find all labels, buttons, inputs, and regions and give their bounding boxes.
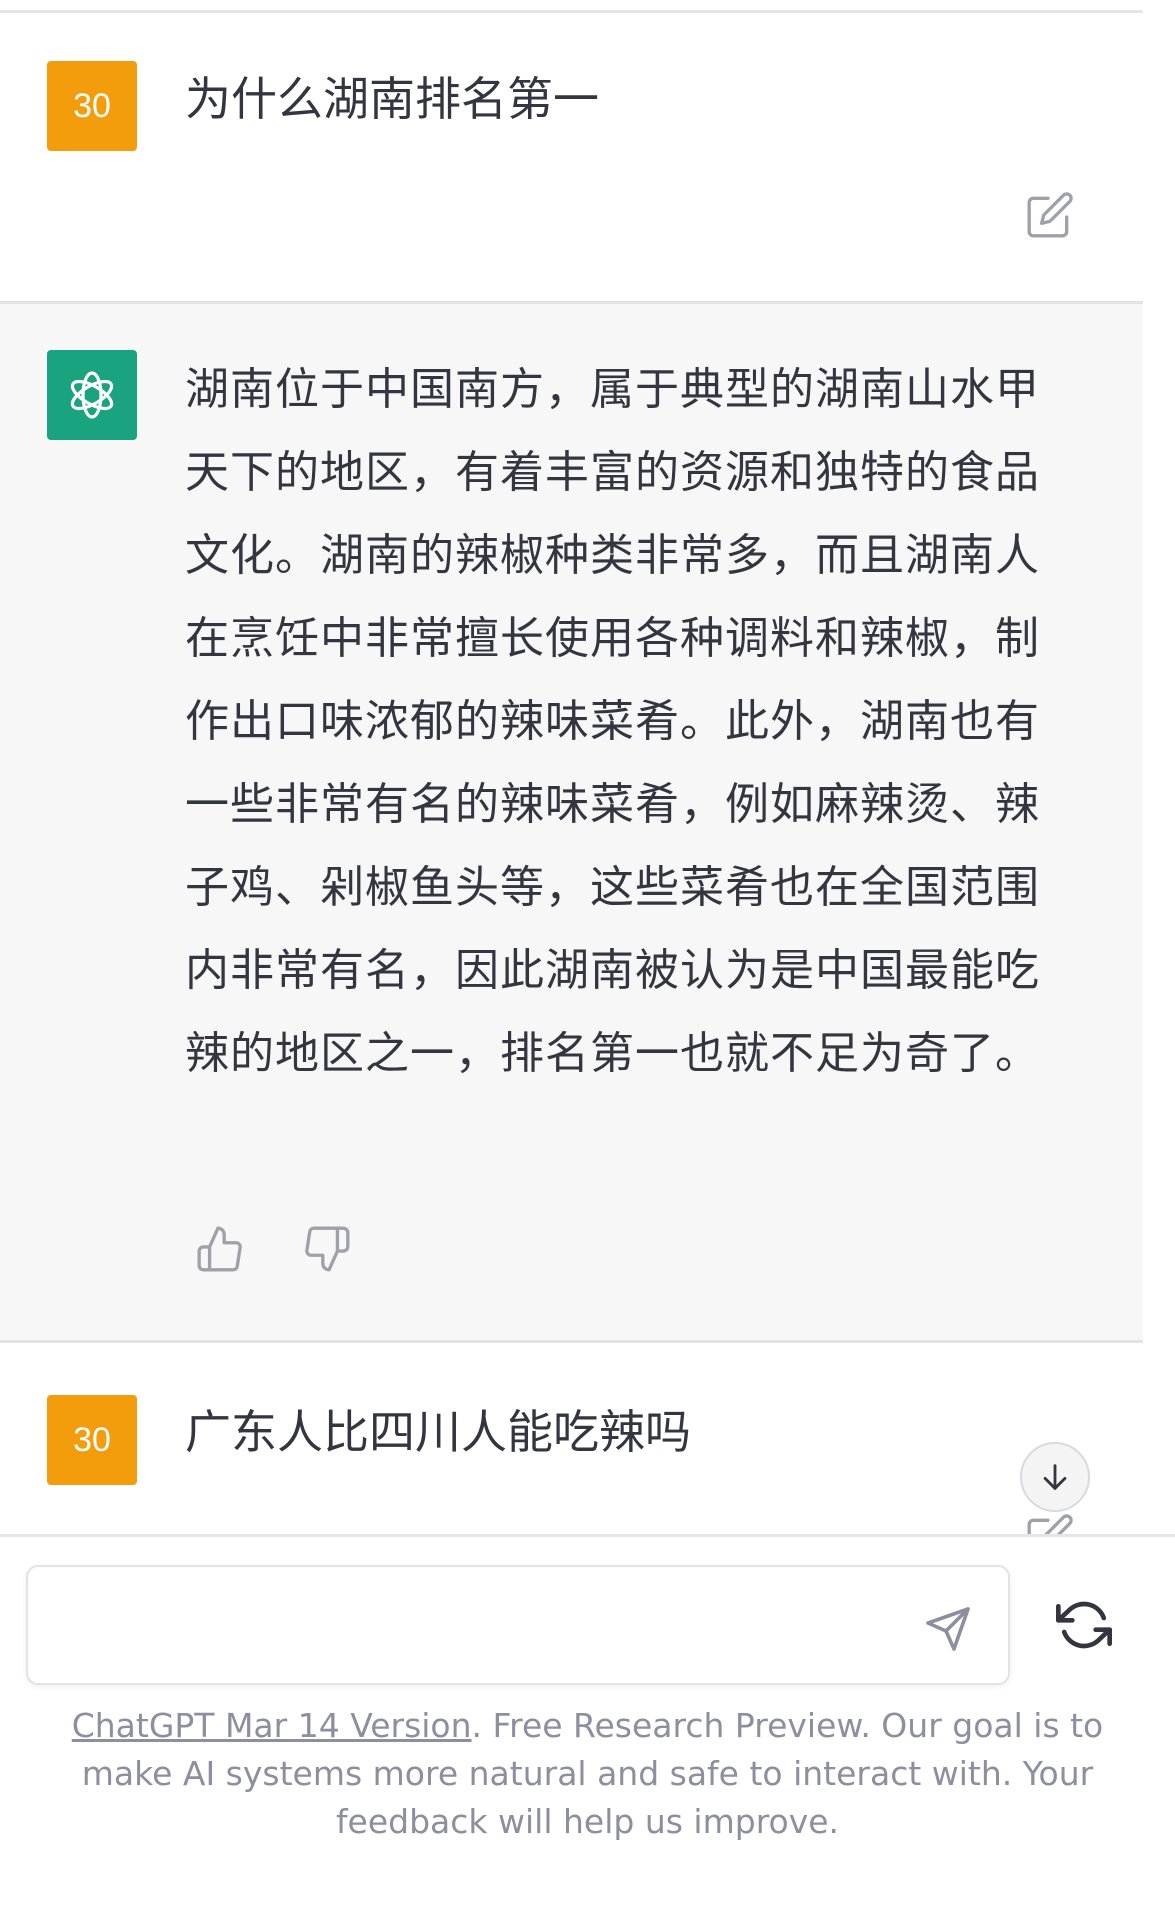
regenerate-icon[interactable]	[1056, 1597, 1112, 1653]
send-icon[interactable]	[924, 1605, 972, 1653]
user-avatar-text: 30	[73, 86, 111, 125]
composer-area: ChatGPT Mar 14 Version. Free Research Pr…	[0, 1534, 1175, 1905]
user-avatar-text: 30	[73, 1420, 111, 1459]
assistant-avatar	[47, 350, 137, 440]
thumbs-down-icon[interactable]	[302, 1224, 352, 1274]
user-message-1: 30 为什么湖南排名第一	[0, 13, 1143, 304]
message-input[interactable]	[26, 1565, 1010, 1685]
edit-icon[interactable]	[1025, 1512, 1075, 1534]
user-message-text: 广东人比四川人能吃辣吗	[185, 1405, 691, 1459]
assistant-message-text: 湖南位于中国南方，属于典型的湖南山水甲天下的地区，有着丰富的资源和独特的食品文化…	[185, 364, 1040, 1079]
arrow-down-icon	[1043, 1464, 1067, 1490]
version-link[interactable]: ChatGPT Mar 14 Version	[72, 1706, 472, 1745]
openai-logo-icon	[70, 371, 114, 419]
footer-disclaimer: ChatGPT Mar 14 Version. Free Research Pr…	[60, 1702, 1115, 1846]
user-message-2: 30 广东人比四川人能吃辣吗	[0, 1344, 1143, 1534]
scroll-to-bottom-button[interactable]	[1020, 1442, 1090, 1512]
assistant-message: 湖南位于中国南方，属于典型的湖南山水甲天下的地区，有着丰富的资源和独特的食品文化…	[0, 304, 1143, 1343]
edit-icon[interactable]	[1025, 190, 1075, 240]
user-avatar: 30	[47, 61, 137, 151]
user-message-text: 为什么湖南排名第一	[185, 72, 599, 126]
user-avatar: 30	[47, 1395, 137, 1485]
thumbs-up-icon[interactable]	[195, 1224, 245, 1274]
